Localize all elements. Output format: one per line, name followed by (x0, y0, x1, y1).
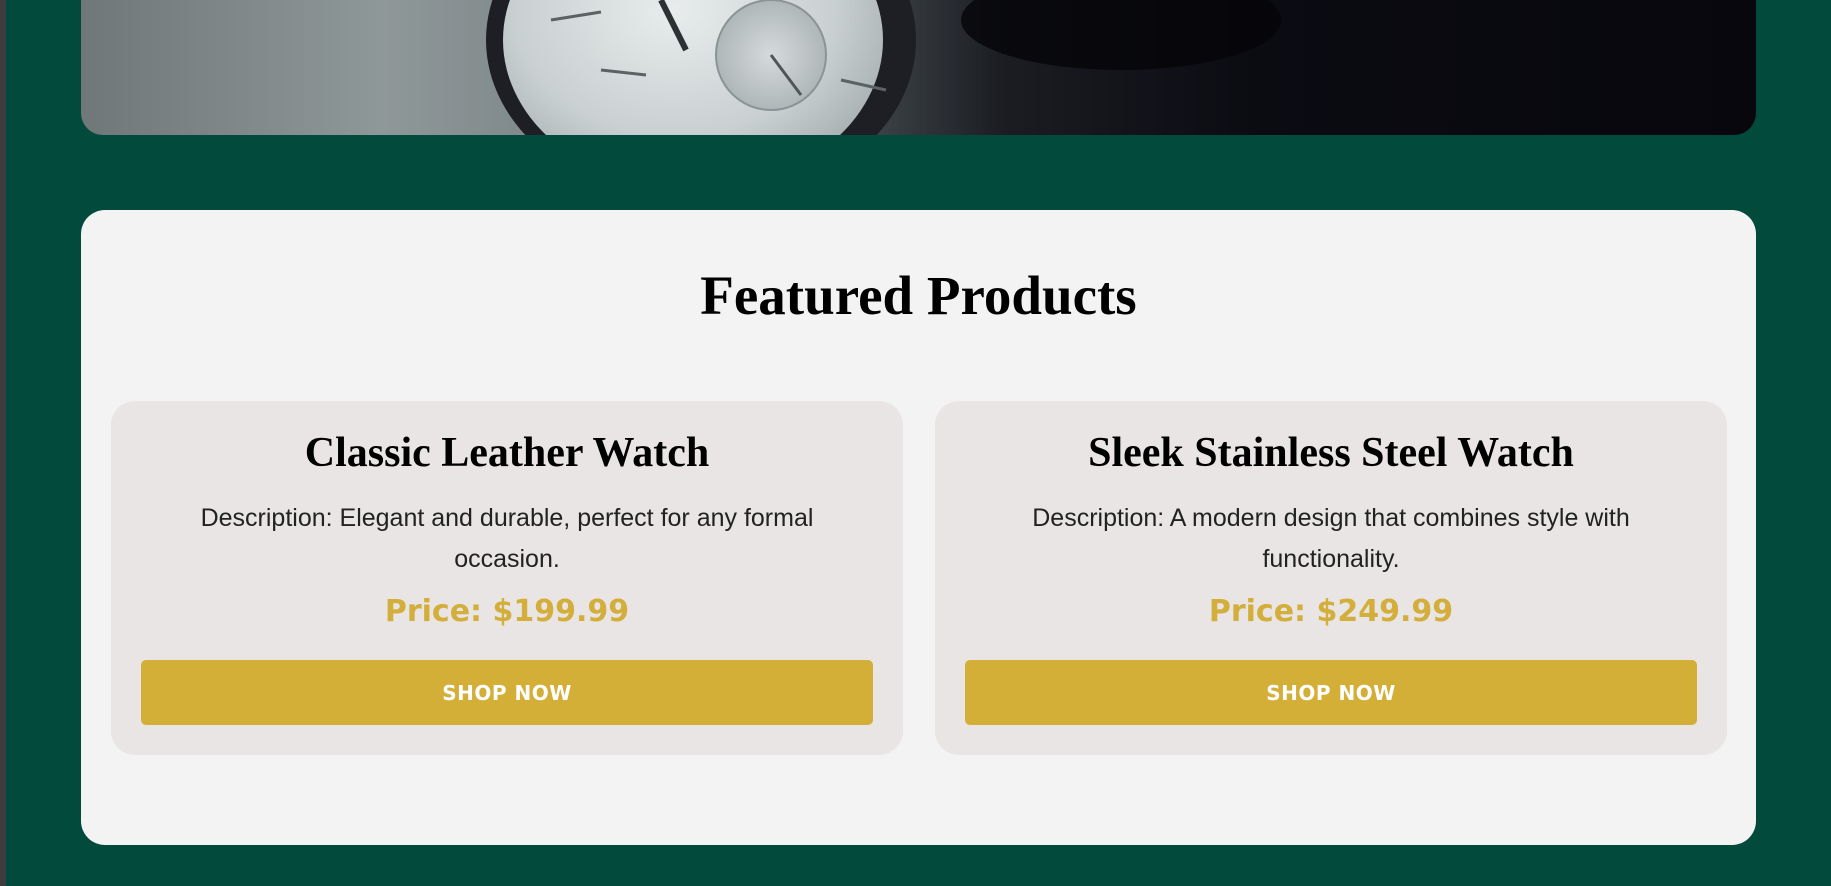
watch-photo (486, 0, 1281, 135)
product-card: Classic Leather Watch Description: Elega… (111, 401, 903, 755)
watch-crown-shadow (961, 0, 1281, 70)
left-edge-scroll-shadow (0, 0, 6, 886)
product-price: Price: $249.99 (1208, 594, 1454, 629)
featured-products-title: Featured Products (700, 265, 1137, 326)
product-price: Price: $199.99 (384, 594, 630, 629)
hero-banner (81, 0, 1756, 135)
product-name: Sleek Stainless Steel Watch (1088, 430, 1574, 476)
shop-now-button[interactable]: SHOP NOW (141, 660, 873, 725)
watch-dial (503, 0, 883, 135)
product-description: Description: A modern design that combin… (1032, 504, 1630, 573)
product-card: Sleek Stainless Steel Watch Description:… (935, 401, 1727, 755)
product-name: Classic Leather Watch (304, 430, 710, 476)
product-description: Description: Elegant and durable, perfec… (200, 504, 814, 573)
shop-now-button[interactable]: SHOP NOW (965, 660, 1697, 725)
